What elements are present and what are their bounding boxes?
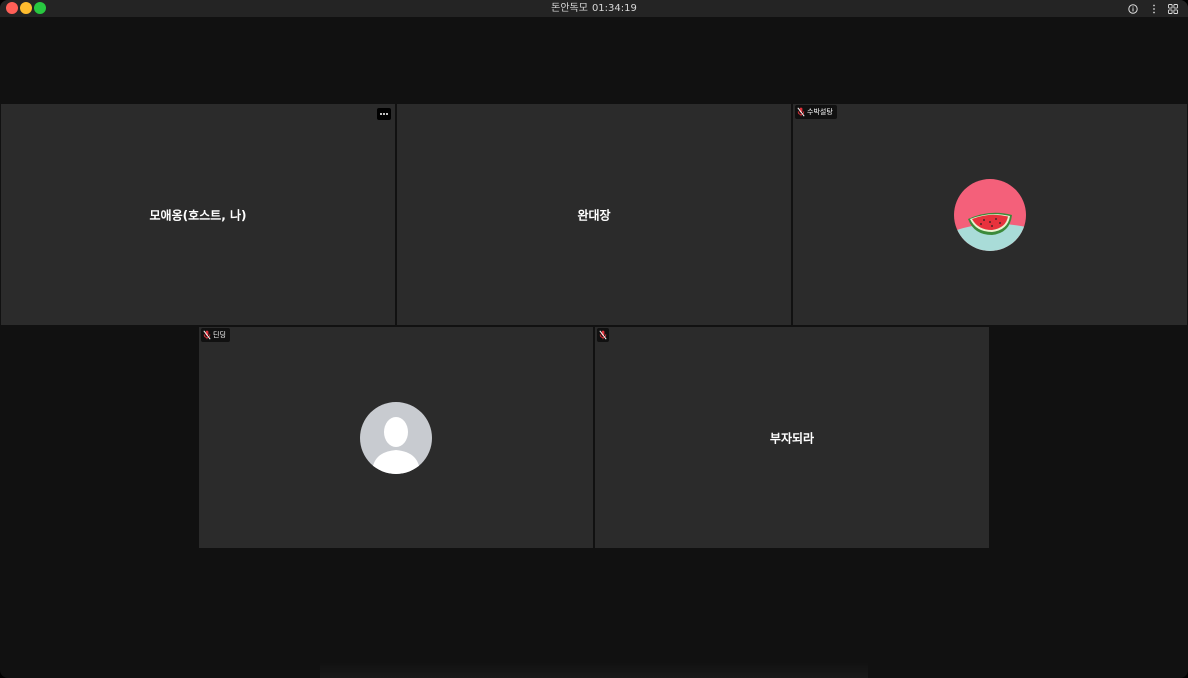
meeting-timer: 01:34:19	[591, 3, 637, 14]
default-person-avatar	[360, 401, 432, 474]
participant-tile[interactable]: 모애옹(호스트, 나)	[1, 104, 395, 325]
participant-tile[interactable]: 완대장	[397, 104, 791, 325]
title-bar: 돈안독모 01:34:19	[0, 0, 1188, 17]
info-icon[interactable]	[1128, 0, 1138, 17]
participant-name: 완대장	[577, 208, 611, 222]
mic-muted-icon	[203, 330, 211, 340]
participant-badge: 딘딩	[201, 328, 230, 342]
participant-tile[interactable]: 딘딩	[199, 327, 593, 548]
participant-badge	[597, 328, 609, 342]
watermelon-avatar	[954, 178, 1026, 251]
participant-name: 부자되라	[769, 431, 815, 445]
grid-layout-icon[interactable]	[1168, 0, 1178, 17]
meeting-title: 돈안독모	[551, 3, 588, 14]
participant-tile[interactable]: 수박설탕	[793, 104, 1187, 325]
more-vertical-icon[interactable]	[1152, 0, 1156, 17]
bottom-toolbar-hint	[320, 662, 868, 678]
more-horizontal-icon[interactable]	[377, 108, 391, 120]
window-title: 돈안독모 01:34:19	[0, 0, 1188, 17]
participant-name: 딘딩	[213, 331, 226, 339]
participant-name: 수박설탕	[807, 108, 833, 116]
mic-muted-icon	[599, 330, 607, 340]
mic-muted-icon	[797, 107, 805, 117]
participant-badge: 수박설탕	[795, 105, 837, 119]
participant-tile[interactable]: 부자되라	[595, 327, 989, 548]
participant-name: 모애옹(호스트, 나)	[149, 208, 247, 222]
meeting-window: 돈안독모 01:34:19 모애옹(호스트, 나) 완대장 수박설탕 딘딩 부자…	[0, 0, 1188, 678]
